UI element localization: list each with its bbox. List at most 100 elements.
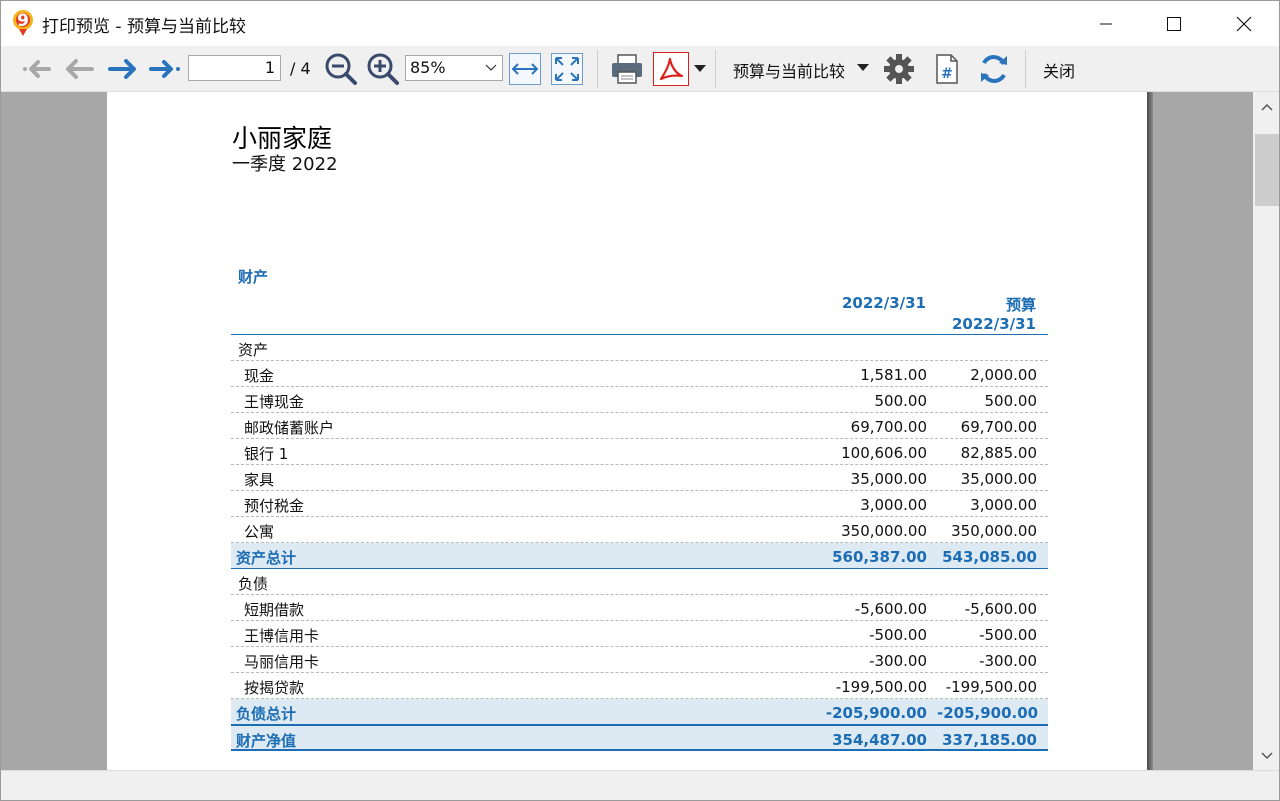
table-row: 邮政储蓄账户 69,700.00 69,700.00 — [231, 413, 1048, 439]
refresh-button[interactable] — [975, 52, 1013, 86]
next-page-button[interactable] — [105, 52, 141, 86]
report-subtitle: 一季度 2022 — [232, 154, 338, 175]
scroll-up-button[interactable] — [1253, 92, 1279, 122]
app-logo-icon: 9 — [13, 10, 33, 36]
row-label: 银行 1 — [244, 445, 289, 463]
fit-page-button[interactable] — [551, 53, 583, 85]
row-label: 短期借款 — [244, 601, 305, 619]
row-label: 邮政储蓄账户 — [244, 419, 335, 437]
row-value-budget: 2,000.00 — [970, 366, 1037, 384]
page-number-input[interactable]: 1 — [188, 55, 281, 81]
preview-viewport[interactable]: 小丽家庭 一季度 2022 财产 2022/3/31 预算 2022/3/31 … — [1, 92, 1253, 770]
row-label: 现金 — [244, 367, 275, 385]
window-close-button[interactable] — [1221, 1, 1267, 46]
table-row: 预付税金 3,000.00 3,000.00 — [231, 491, 1048, 517]
row-value-budget: 500.00 — [984, 392, 1038, 410]
zoom-out-icon — [325, 53, 357, 85]
row-label: 公寓 — [244, 523, 275, 541]
print-icon — [612, 54, 642, 84]
chevron-down-icon — [1261, 752, 1273, 760]
zoom-select[interactable]: 85% — [405, 55, 503, 81]
svg-text:9: 9 — [17, 11, 29, 31]
chevron-down-icon — [485, 64, 497, 71]
fit-width-icon — [512, 63, 538, 75]
first-page-button[interactable] — [19, 52, 55, 86]
table-row: 现金 1,581.00 2,000.00 — [231, 361, 1048, 387]
row-value-actual: 100,606.00 — [841, 444, 927, 462]
row-value-actual: 1,581.00 — [860, 366, 927, 384]
settings-button[interactable] — [881, 52, 917, 86]
row-label: 马丽信用卡 — [244, 653, 320, 671]
minimize-button[interactable] — [1083, 1, 1129, 46]
row-value-actual: 500.00 — [874, 392, 928, 410]
total-row: 资产总计 560,387.00 543,085.00 — [231, 543, 1048, 569]
row-value-budget: -5,600.00 — [964, 600, 1037, 618]
table-row: 王博信用卡 -500.00 -500.00 — [231, 621, 1048, 647]
toolbar-separator — [597, 50, 598, 88]
maximize-button[interactable] — [1151, 1, 1197, 46]
zoom-value: 85% — [410, 58, 446, 77]
close-preview-button[interactable]: 关闭 — [1043, 58, 1075, 82]
export-pdf-button[interactable] — [653, 52, 689, 86]
row-value-actual: 69,700.00 — [850, 418, 927, 436]
last-page-icon — [149, 60, 180, 78]
total-row: 负债总计 -205,900.00 -205,900.00 — [231, 699, 1048, 725]
table-row: 短期借款 -5,600.00 -5,600.00 — [231, 595, 1048, 621]
table-row: 按揭贷款 -199,500.00 -199,500.00 — [231, 673, 1048, 699]
row-value-budget: 350,000.00 — [951, 522, 1037, 540]
page-shadow — [1147, 92, 1153, 770]
row-label: 负债 — [238, 575, 269, 593]
row-value-actual: 35,000.00 — [850, 470, 927, 488]
pdf-icon — [659, 57, 684, 81]
next-page-icon — [108, 59, 136, 79]
gear-icon — [884, 54, 914, 84]
scroll-thumb[interactable] — [1255, 134, 1279, 206]
page-number-button[interactable]: # — [929, 52, 965, 86]
row-value-actual: -199,500.00 — [835, 678, 927, 696]
window-title: 打印预览 - 预算与当前比较 — [42, 17, 246, 37]
row-value-budget: 69,700.00 — [960, 418, 1037, 436]
report-dropdown-caret-icon[interactable] — [857, 64, 869, 71]
close-icon — [1236, 16, 1252, 31]
row-label: 预付税金 — [244, 497, 305, 515]
row-value-budget: -500.00 — [979, 626, 1037, 644]
row-value-budget: 35,000.00 — [960, 470, 1037, 488]
row-label: 负债总计 — [236, 705, 297, 723]
column-header-budget-date: 2022/3/31 — [951, 315, 1036, 333]
print-button[interactable] — [607, 52, 647, 86]
zoom-out-button[interactable] — [323, 52, 359, 86]
chevron-up-icon — [1261, 103, 1273, 111]
zoom-in-button[interactable] — [365, 52, 401, 86]
page-number-icon: # — [936, 54, 958, 84]
report-selector[interactable]: 预算与当前比较 — [733, 58, 845, 82]
row-value-actual: 3,000.00 — [860, 496, 927, 514]
preview-toolbar: 1 / 4 85% 预算与当前比较 # 关闭 — [1, 46, 1279, 92]
row-value-actual: -5,600.00 — [854, 600, 927, 618]
fit-page-icon — [555, 57, 579, 81]
row-value-budget: -205,900.00 — [937, 704, 1039, 722]
last-page-button[interactable] — [147, 52, 183, 86]
print-preview-window: 9 打印预览 - 预算与当前比较 1 / 4 85% 预算与当前比较 # 关闭 … — [0, 0, 1280, 801]
row-value-actual: 560,387.00 — [832, 548, 927, 566]
vertical-scrollbar[interactable] — [1253, 92, 1279, 770]
title-bar: 9 打印预览 - 预算与当前比较 — [1, 1, 1279, 46]
row-label: 按揭贷款 — [244, 679, 305, 697]
prev-page-button[interactable] — [61, 52, 97, 86]
row-value-budget: -199,500.00 — [945, 678, 1037, 696]
row-value-budget: 82,885.00 — [960, 444, 1037, 462]
row-value-budget: 337,185.00 — [942, 731, 1037, 749]
report-page: 小丽家庭 一季度 2022 财产 2022/3/31 预算 2022/3/31 … — [107, 92, 1147, 770]
row-value-budget: 543,085.00 — [942, 548, 1037, 566]
toolbar-separator — [1025, 50, 1026, 88]
table-row: 家具 35,000.00 35,000.00 — [231, 465, 1048, 491]
fit-width-button[interactable] — [509, 53, 541, 85]
row-value-actual: 350,000.00 — [841, 522, 927, 540]
table-row: 王博现金 500.00 500.00 — [231, 387, 1048, 413]
minimize-icon — [1100, 23, 1112, 24]
toolbar-separator — [715, 50, 716, 88]
row-label: 家具 — [244, 471, 275, 489]
caret-down-icon — [694, 65, 706, 72]
prev-page-icon — [66, 59, 94, 79]
scroll-down-button[interactable] — [1253, 742, 1279, 770]
pdf-options-dropdown[interactable] — [691, 60, 709, 78]
